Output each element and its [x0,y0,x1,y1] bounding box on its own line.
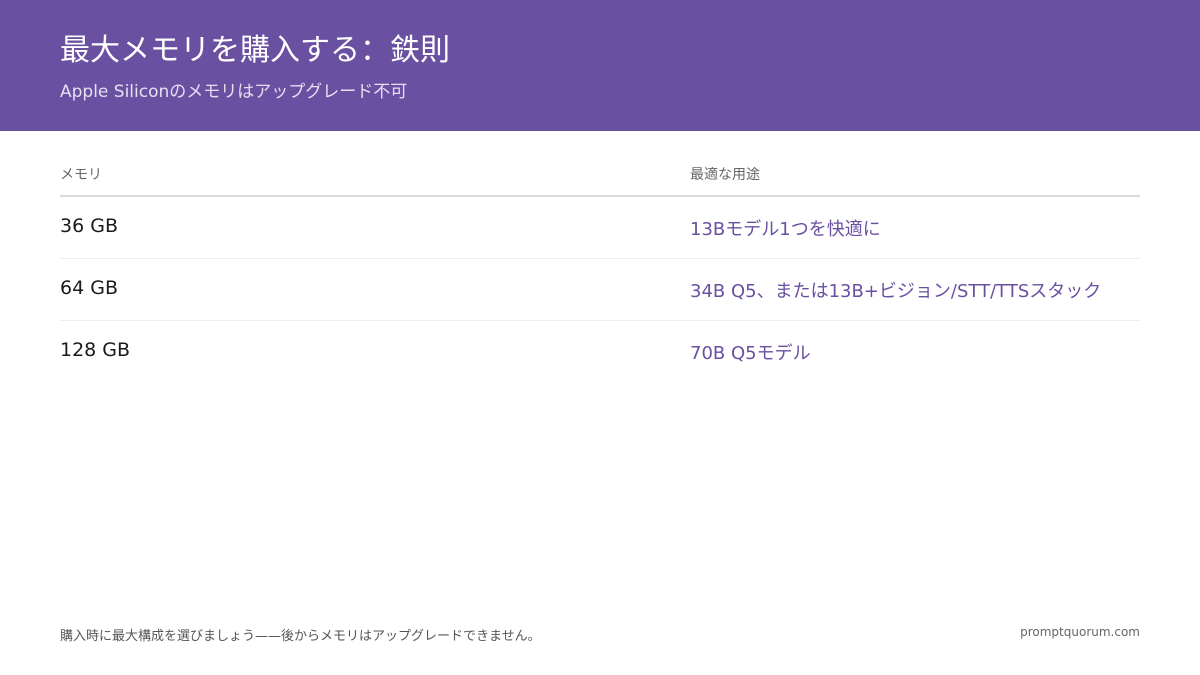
use-cell: 13Bモデル1つを快適に [690,219,881,240]
memory-cell: 36 GB [60,215,118,237]
memory-cell: 128 GB [60,339,131,361]
table-header: メモリ 最適な用途 [60,158,1140,197]
footer-site: promptquorum.com [1020,625,1140,639]
footer-note: 購入時に最大構成を選びましょう——後からメモリはアップグレードできません。 [60,629,541,644]
header-banner: 最大メモリを購入する：鉄則 Apple Siliconのメモリはアップグレード不… [0,0,1200,131]
table-row: 128 GB 70B Q5モデル [60,321,1140,382]
table-row: 64 GB 34B Q5、または13B+ビジョン/STT/TTSスタック [60,259,1140,321]
use-cell: 70B Q5モデル [690,343,811,364]
column-header-memory: メモリ [60,167,102,183]
page-subtitle: Apple Siliconのメモリはアップグレード不可 [60,82,408,102]
column-header-use: 最適な用途 [690,167,760,183]
use-cell: 34B Q5、または13B+ビジョン/STT/TTSスタック [690,281,1102,302]
page-title: 最大メモリを購入する：鉄則 [60,33,450,68]
memory-table: メモリ 最適な用途 36 GB 13Bモデル1つを快適に 64 GB 34B Q… [60,158,1140,382]
memory-cell: 64 GB [60,277,118,299]
table-row: 36 GB 13Bモデル1つを快適に [60,197,1140,259]
